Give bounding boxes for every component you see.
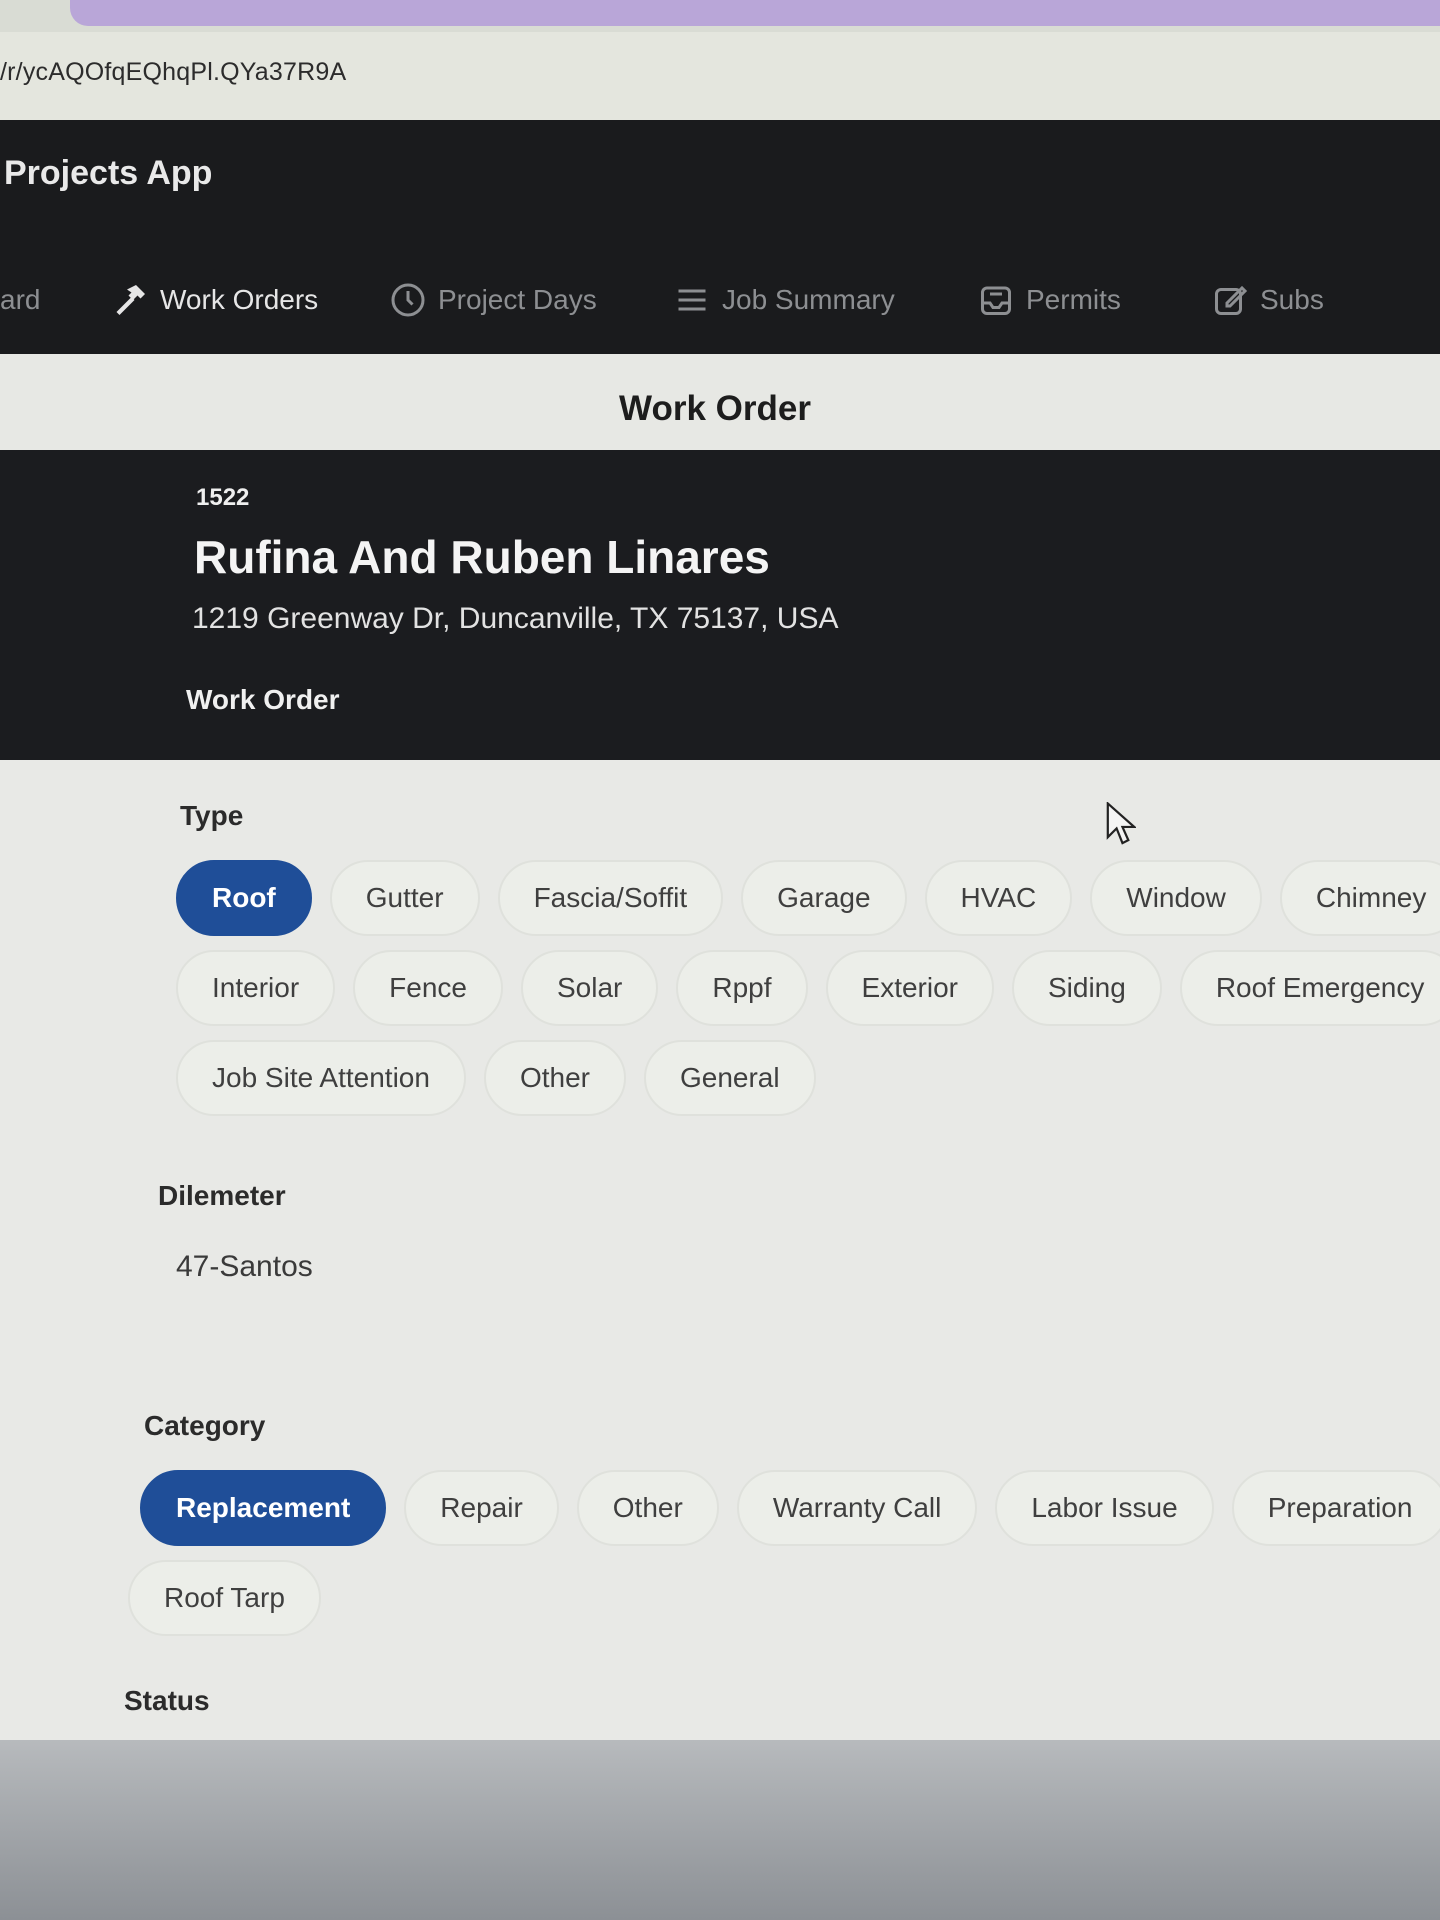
browser-active-tab[interactable]	[70, 0, 1440, 26]
category-chip-replacement[interactable]: Replacement	[140, 1470, 387, 1546]
type-chip-exterior[interactable]: Exterior	[825, 950, 994, 1026]
nav-item-work-orders[interactable]: Work Orders	[112, 270, 318, 330]
category-chip-warranty-call[interactable]: Warranty Call	[736, 1470, 978, 1546]
category-chip-roof-tarp[interactable]: Roof Tarp	[128, 1560, 321, 1636]
app-title: Projects App	[4, 154, 213, 192]
type-chip-hvac[interactable]: HVAC	[924, 860, 1073, 936]
category-chip-other[interactable]: Other	[576, 1470, 719, 1546]
work-order-form: Type Roof Gutter Fascia/Soffit Garage HV…	[0, 760, 1440, 1760]
type-chip-fascia-soffit[interactable]: Fascia/Soffit	[497, 860, 724, 936]
type-chip-interior[interactable]: Interior	[176, 950, 336, 1026]
category-chips-row-2: Roof Tarp	[128, 1560, 339, 1636]
nav-item-project-days[interactable]: Project Days	[390, 270, 597, 330]
job-number: 1522	[196, 484, 250, 511]
type-chip-rppf[interactable]: Rppf	[676, 950, 808, 1026]
main-nav: ard Work Orders Project Days Job Summary…	[0, 270, 1440, 330]
mouse-cursor-icon	[1106, 802, 1136, 845]
clock-icon	[391, 283, 425, 317]
page-header: Work Order	[0, 354, 1440, 464]
type-chip-other[interactable]: Other	[483, 1040, 626, 1116]
type-chip-general[interactable]: General	[643, 1040, 816, 1116]
app-header: Projects App ard Work Orders Project Day…	[0, 120, 1440, 354]
nav-item-label: Subs	[1260, 284, 1324, 315]
type-chip-roof[interactable]: Roof	[176, 860, 312, 936]
type-chips-row-2: Interior Fence Solar Rppf Exterior Sidin…	[176, 950, 1440, 1026]
nav-item-label: Permits	[1026, 284, 1121, 315]
category-chip-preparation[interactable]: Preparation	[1231, 1470, 1440, 1546]
job-section-title: Work Order	[186, 684, 340, 715]
url-text: /r/ycAQOfqEQhqPl.QYa37R9A	[0, 58, 347, 86]
type-chips-row-3: Job Site Attention Other General	[176, 1040, 834, 1116]
type-chip-garage[interactable]: Garage	[741, 860, 907, 936]
type-chip-job-site-attention[interactable]: Job Site Attention	[176, 1040, 466, 1116]
nav-item-subs[interactable]: Subs	[1212, 270, 1324, 330]
nav-item-permits[interactable]: Permits	[978, 270, 1121, 330]
type-chip-siding[interactable]: Siding	[1011, 950, 1162, 1026]
category-chips-row-1: Replacement Repair Other Warranty Call L…	[140, 1470, 1440, 1546]
type-label: Type	[180, 800, 244, 831]
nav-item-label: ard	[0, 284, 41, 315]
type-chip-window[interactable]: Window	[1090, 860, 1262, 936]
dilemeter-value[interactable]: 47-Santos	[176, 1250, 313, 1284]
page-title: Work Order	[619, 389, 811, 428]
job-address: 1219 Greenway Dr, Duncanville, TX 75137,…	[192, 602, 839, 635]
nav-item-label: Work Orders	[160, 284, 319, 315]
type-chip-gutter[interactable]: Gutter	[329, 860, 480, 936]
nav-item-label: Project Days	[438, 284, 597, 315]
screen-bottom-edge	[0, 1740, 1440, 1920]
category-label: Category	[144, 1410, 266, 1441]
list-icon	[678, 289, 706, 311]
type-chip-chimney[interactable]: Chimney	[1279, 860, 1440, 936]
nav-item-label: Job Summary	[722, 284, 895, 315]
inbox-icon	[981, 286, 1011, 315]
job-header: 1522 Rufina And Ruben Linares 1219 Green…	[0, 450, 1440, 810]
category-chip-labor-issue[interactable]: Labor Issue	[995, 1470, 1214, 1546]
type-chip-fence[interactable]: Fence	[353, 950, 503, 1026]
edit-icon	[1215, 285, 1248, 315]
job-name: Rufina And Ruben Linares	[194, 531, 770, 583]
address-bar[interactable]: /r/ycAQOfqEQhqPl.QYa37R9A	[0, 32, 1440, 120]
type-chip-roof-emergency[interactable]: Roof Emergency	[1179, 950, 1440, 1026]
type-chip-solar[interactable]: Solar	[520, 950, 659, 1026]
nav-item-job-summary[interactable]: Job Summary	[674, 270, 895, 330]
type-chips-row-1: Roof Gutter Fascia/Soffit Garage HVAC Wi…	[176, 860, 1440, 936]
category-chip-repair[interactable]: Repair	[404, 1470, 559, 1546]
hammer-icon	[116, 285, 145, 315]
nav-item-dashboard[interactable]: ard	[0, 270, 40, 330]
dilemeter-label: Dilemeter	[158, 1180, 286, 1211]
status-label: Status	[124, 1685, 210, 1716]
